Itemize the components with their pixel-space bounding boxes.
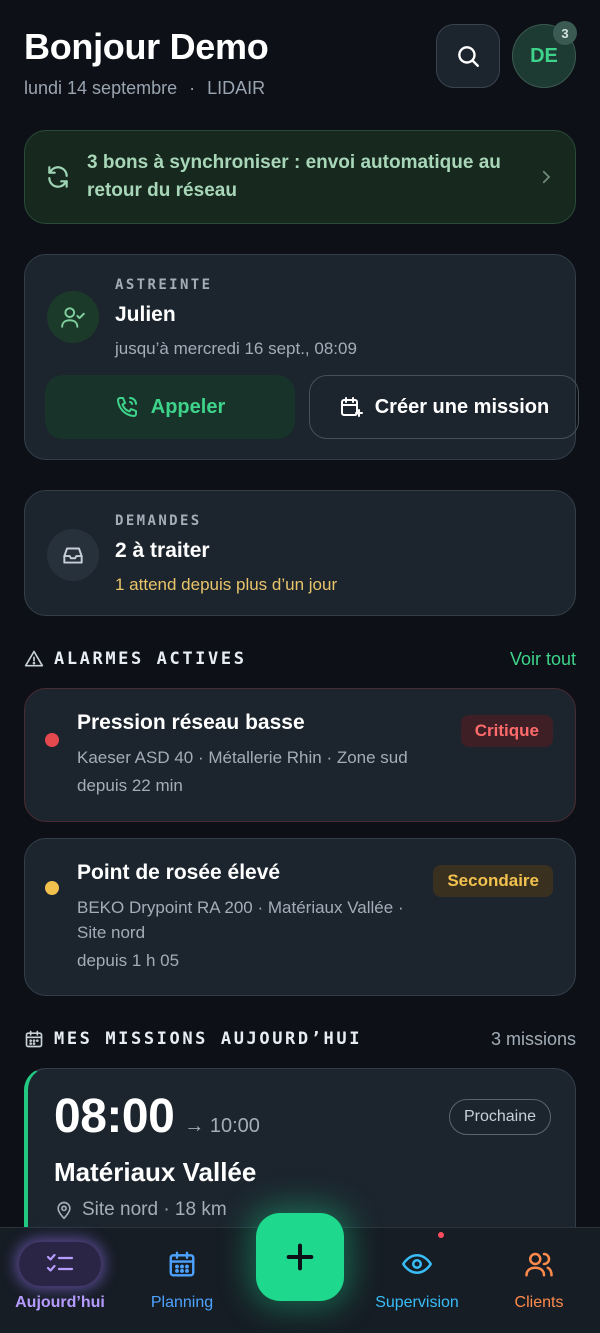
nav-icon-slot (524, 1242, 554, 1286)
phone-icon (116, 397, 137, 417)
alarm-title: Pression réseau basse (77, 711, 305, 734)
users-icon (525, 1252, 553, 1277)
search-icon (458, 46, 479, 67)
calendar-plus-icon (340, 397, 363, 417)
header: Bonjour Demo lundi 14 septembre · LIDAIR… (24, 21, 577, 106)
sync-banner[interactable]: 3 bons à synchroniser : envoi automatiqu… (24, 130, 576, 224)
calendar-icon (25, 1030, 43, 1048)
severity-badge: Critique (460, 715, 553, 747)
calendar-icon (169, 1251, 195, 1277)
avatar[interactable]: DE 3 (512, 21, 577, 88)
on-call-actions: Appeler Créer une mission (45, 375, 579, 439)
missions-title: MES MISSIONS AUJOURD’HUI (54, 1029, 363, 1049)
search-button[interactable] (436, 24, 500, 88)
sync-message: 3 bons à synchroniser : envoi automatiqu… (87, 152, 501, 201)
separator: · (189, 78, 196, 98)
current-date: lundi 14 septembre (24, 78, 178, 98)
nav-today-label: Aujourd’hui (15, 1294, 105, 1311)
alarms-section-header: ALARMES ACTIVES Voir tout (24, 645, 576, 673)
call-label: Appeler (150, 395, 226, 418)
requests-count: 2 à traiter (115, 539, 210, 562)
add-button[interactable] (256, 1213, 344, 1301)
alarm-card[interactable]: Point de rosée élevé BEKO Drypoint RA 20… (24, 838, 576, 996)
avatar-initials: DE (530, 44, 558, 67)
alarm-severity-dot (45, 881, 59, 895)
see-all-link[interactable]: Voir tout (510, 649, 576, 670)
supervision-notification-dot (438, 1232, 444, 1238)
chevron-right-icon (542, 170, 551, 184)
refresh-icon (48, 166, 68, 188)
nav-today[interactable]: Aujourd’hui (0, 1242, 120, 1312)
alarm-meta: BEKO Drypoint RA 200 · Matériaux Vallée … (77, 898, 404, 942)
company-name: LIDAIR (207, 78, 266, 98)
alarm-info: Pression réseau basse Kaeser ASD 40 · Mé… (77, 711, 427, 796)
requests-eyebrow: DEMANDES (115, 513, 202, 529)
nav-clients-label: Clients (514, 1294, 564, 1311)
inbox-icon (47, 529, 99, 581)
on-call-until: jusqu’à mercredi 16 sept., 08:09 (115, 339, 357, 358)
nav-active-indicator (19, 1242, 101, 1286)
mission-end-time: → 10:00 (184, 1115, 260, 1137)
eye-icon (402, 1254, 432, 1274)
call-button[interactable]: Appeler (45, 375, 295, 439)
nav-icon-slot (401, 1242, 433, 1286)
severity-badge: Secondaire (433, 865, 553, 897)
notification-badge: 3 (553, 21, 577, 45)
on-call-card: ASTREINTE Julien jusqu’à mercredi 16 sep… (24, 254, 579, 460)
mission-status-badge: Prochaine (448, 1099, 551, 1135)
user-check-icon (47, 291, 99, 343)
requests-card[interactable]: DEMANDES 2 à traiter 1 attend depuis plu… (24, 490, 576, 616)
on-call-eyebrow: ASTREINTE (115, 277, 213, 293)
mission-location-text: Site nord · 18 km (82, 1199, 227, 1220)
nav-supervision-label: Supervision (375, 1294, 459, 1311)
mission-start-time: 08:00 (54, 1090, 175, 1143)
header-actions: DE 3 (436, 21, 577, 88)
mission-time: 08:00 → 10:00 (54, 1089, 260, 1144)
alarm-card[interactable]: Pression réseau basse Kaeser ASD 40 · Mé… (24, 688, 576, 822)
on-call-name: Julien (115, 303, 176, 326)
mission-client: Matériaux Vallée (54, 1157, 257, 1187)
alarms-title: ALARMES ACTIVES (54, 649, 247, 669)
alarm-severity-dot (45, 733, 59, 747)
nav-supervision[interactable]: Supervision (357, 1242, 477, 1312)
nav-planning-label: Planning (150, 1294, 214, 1311)
warning-icon (24, 650, 44, 667)
home-screen: Bonjour Demo lundi 14 septembre · LIDAIR… (0, 0, 600, 1333)
nav-icon-slot (167, 1242, 197, 1286)
alarm-info: Point de rosée élevé BEKO Drypoint RA 20… (77, 861, 427, 971)
missions-section-header: MES MISSIONS AUJOURD’HUI 3 missions (24, 1025, 576, 1053)
requests-warning: 1 attend depuis plus d’un jour (115, 575, 338, 594)
nav-planning[interactable]: Planning (122, 1242, 242, 1312)
nav-clients[interactable]: Clients (479, 1242, 599, 1312)
alarm-title: Point de rosée élevé (77, 861, 281, 884)
on-call-info: ASTREINTE Julien jusqu’à mercredi 16 sep… (115, 277, 357, 359)
checklist-icon (46, 1253, 74, 1272)
mission-location: Site nord · 18 km (54, 1199, 227, 1221)
create-mission-label: Créer une mission (374, 395, 550, 418)
plus-icon (286, 1243, 314, 1271)
create-mission-button[interactable]: Créer une mission (309, 375, 579, 439)
alarm-meta: Kaeser ASD 40 · Métallerie Rhin · Zone s… (77, 748, 408, 767)
alarm-since: depuis 1 h 05 (77, 951, 180, 970)
location-pin-icon (57, 1201, 71, 1220)
requests-info: DEMANDES 2 à traiter 1 attend depuis plu… (115, 513, 337, 595)
missions-count: 3 missions (490, 1028, 576, 1049)
alarm-since: depuis 22 min (77, 776, 183, 795)
